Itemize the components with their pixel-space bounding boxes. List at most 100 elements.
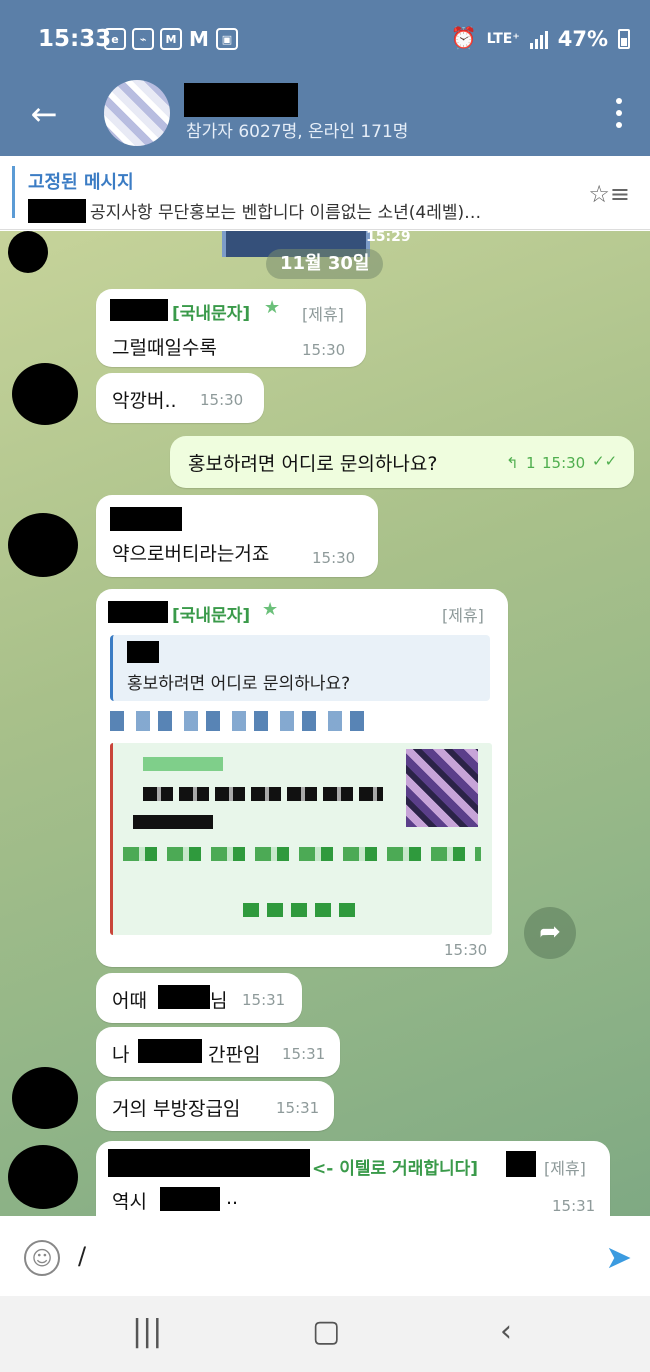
group-name-redacted[interactable] xyxy=(184,83,298,117)
reply-count: 1 xyxy=(526,454,536,472)
redacted-block xyxy=(160,1187,220,1211)
message-input-bar: ☺ / ➤ xyxy=(0,1216,650,1296)
affiliate-badge: [제휴] xyxy=(544,1159,586,1178)
sender-redacted xyxy=(108,1149,310,1177)
redacted-block xyxy=(138,1039,202,1063)
message-time: 15:31 xyxy=(282,1045,326,1063)
message-bubble-outgoing[interactable]: 홍보하려면 어디로 문의하나요? ↰ 1 15:30 ✓✓ xyxy=(170,436,634,488)
preview-title-pixelated xyxy=(133,815,213,829)
pinned-message-bar[interactable]: 고정된 메시지 공지사항 무단홍보는 벤합니다 이름없는 소년(4레벨)… ☆≡ xyxy=(0,156,650,230)
avatar[interactable] xyxy=(12,363,78,425)
message-text: .. xyxy=(226,1187,239,1209)
sender-redacted xyxy=(110,507,182,531)
emoji-icon[interactable]: ☺ xyxy=(24,1240,60,1276)
alarm-icon: ⏰ xyxy=(450,26,477,50)
battery-icon xyxy=(618,28,630,49)
system-nav-bar: ||| ▢ ‹ xyxy=(0,1296,650,1372)
message-time: 15:31 xyxy=(276,1099,320,1117)
link-preview[interactable] xyxy=(110,743,492,935)
pinned-title: 고정된 메시지 xyxy=(28,172,134,193)
message-text: 그럴때일수록 xyxy=(112,337,217,359)
star-icon: ★ xyxy=(262,599,279,620)
forward-button[interactable]: ➦ xyxy=(524,907,576,959)
home-icon[interactable]: ▢ xyxy=(312,1314,340,1349)
reply-quote[interactable]: 홍보하려면 어디로 문의하나요? xyxy=(110,635,490,701)
avatar[interactable] xyxy=(8,513,78,577)
status-bar: 15:33 e ⌁ M M ▣ ⏰ LTE⁺ 47% xyxy=(0,0,650,80)
message-text: 홍보하려면 어디로 문의하나요? xyxy=(188,453,438,475)
link-text-pixelated[interactable] xyxy=(110,711,370,731)
pin-list-icon[interactable]: ☆≡ xyxy=(588,180,630,208)
message-time: 15:30 xyxy=(200,391,244,409)
sender-redacted xyxy=(108,601,168,623)
message-bubble[interactable]: 나 간판임 15:31 xyxy=(96,1027,340,1077)
preview-thumbnail xyxy=(406,749,478,827)
message-bubble[interactable]: 거의 부방장급임 15:31 xyxy=(96,1081,334,1131)
mail-icon: M xyxy=(189,27,209,51)
back-nav-icon[interactable]: ‹ xyxy=(500,1314,512,1349)
message-text: 님 xyxy=(210,990,228,1012)
pinned-preview: 공지사항 무단홍보는 벤합니다 이름없는 소년(4레벨)… xyxy=(28,198,481,223)
preview-title-pixelated xyxy=(143,787,383,801)
notification-icons: e ⌁ M M ▣ xyxy=(104,27,238,51)
image-icon: ▣ xyxy=(216,28,238,50)
more-menu-button[interactable] xyxy=(614,98,624,128)
message-text: 거의 부방장급임 xyxy=(112,1098,241,1120)
star-icon: ★ xyxy=(264,297,281,318)
message-time: 15:30 xyxy=(444,941,488,959)
pinned-text: 공지사항 무단홍보는 벤합니다 이름없는 소년(4레벨)… xyxy=(90,203,482,223)
affiliate-badge: [제휴] xyxy=(302,305,344,324)
previous-time: 15:29 xyxy=(366,231,411,245)
message-bubble[interactable]: <- 이텔로 거래합니다] [제휴] 역시 .. 15:31 xyxy=(96,1141,610,1216)
message-time: 15:31 xyxy=(552,1197,596,1215)
message-time: 15:31 xyxy=(242,991,286,1009)
read-check-icon: ✓✓ xyxy=(592,452,618,470)
status-time: 15:33 xyxy=(38,26,112,52)
battery-percent: 47% xyxy=(557,26,608,51)
redacted-block xyxy=(506,1151,536,1177)
message-bubble[interactable]: 약으로버티라는거죠 15:30 xyxy=(96,495,378,577)
quote-sender-redacted xyxy=(127,641,159,663)
message-text: 어때 xyxy=(112,990,147,1012)
message-text: 악깡버.. xyxy=(112,390,177,412)
status-right: ⏰ LTE⁺ 47% xyxy=(450,26,630,51)
avatar[interactable] xyxy=(12,1067,78,1129)
quote-text: 홍보하려면 어디로 문의하나요? xyxy=(127,674,351,694)
message-bubble-with-preview[interactable]: [국내문자] ★ [제휴] 홍보하려면 어디로 문의하나요? 15:30 xyxy=(96,589,508,967)
preview-desc-pixelated xyxy=(123,847,481,861)
message-bubble[interactable]: 어때 님 15:31 xyxy=(96,973,302,1023)
preview-desc-pixelated xyxy=(243,903,361,917)
message-input[interactable]: / xyxy=(78,1242,86,1270)
sender-tag: [국내문자] xyxy=(172,304,251,324)
redacted-block xyxy=(28,198,86,223)
gmail-icon: M xyxy=(160,28,182,50)
message-text: 나 xyxy=(112,1044,130,1066)
sender-redacted xyxy=(110,299,168,321)
chat-header: ← 참가자 6027명, 온라인 171명 xyxy=(0,80,650,156)
avatar[interactable] xyxy=(8,1145,78,1209)
date-separator: 11월 30일 xyxy=(266,249,384,279)
avatar[interactable] xyxy=(8,231,48,273)
message-bubble[interactable]: [국내문자] ★ [제휴] 그럴때일수록 15:30 xyxy=(96,289,366,367)
preview-title-pixelated xyxy=(143,757,223,771)
sender-tag: [국내문자] xyxy=(172,606,251,626)
back-button[interactable]: ← xyxy=(24,96,64,136)
signal-icon xyxy=(529,29,548,49)
message-text: 역시 xyxy=(112,1191,147,1213)
sender-tag: <- 이텔로 거래합니다] xyxy=(312,1159,479,1179)
message-bubble[interactable]: 악깡버.. 15:30 xyxy=(96,373,264,423)
reply-icon: ↰ xyxy=(506,454,519,472)
send-icon[interactable]: ➤ xyxy=(605,1238,632,1276)
group-subtitle: 참가자 6027명, 온라인 171명 xyxy=(186,122,409,142)
pinned-indicator xyxy=(12,166,15,218)
chat-area[interactable]: 15:29 11월 30일 [국내문자] ★ [제휴] 그럴때일수록 15:30… xyxy=(0,231,650,1216)
recent-apps-icon[interactable]: ||| xyxy=(132,1314,162,1349)
affiliate-badge: [제휴] xyxy=(442,606,484,625)
message-text: 간판임 xyxy=(208,1044,261,1066)
message-time: 15:30 xyxy=(312,549,356,567)
message-time: 15:30 xyxy=(542,454,586,472)
group-avatar[interactable] xyxy=(104,80,170,146)
nfc-icon: ⌁ xyxy=(132,28,154,50)
message-text: 약으로버티라는거죠 xyxy=(112,543,270,565)
network-label: LTE⁺ xyxy=(486,30,520,47)
